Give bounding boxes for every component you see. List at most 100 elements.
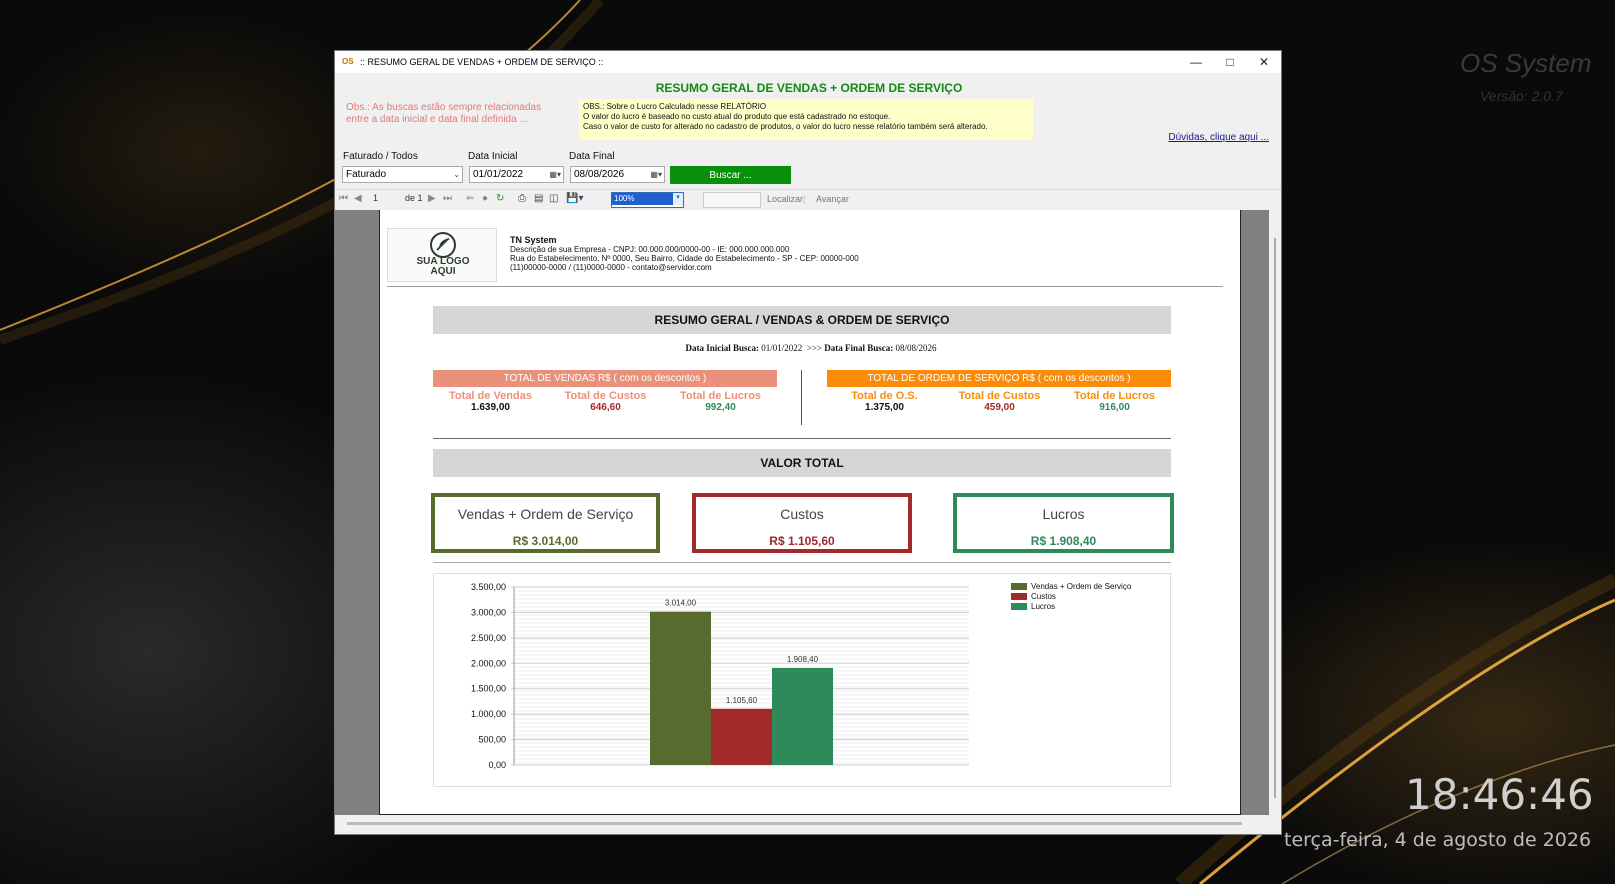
horizontal-scrollbar[interactable] — [335, 815, 1281, 834]
y-tick-label: 0,00 — [488, 760, 506, 770]
os-costs-col: Total de Custos 459,00 — [942, 390, 1057, 413]
company-name: TN System — [510, 235, 557, 245]
export-icon[interactable]: 💾▾ — [566, 193, 583, 204]
back-icon[interactable]: ⇐ — [466, 193, 474, 204]
report-title: RESUMO GERAL / VENDAS & ORDEM DE SERVIÇO — [433, 306, 1171, 334]
search-button[interactable]: Buscar ... — [670, 166, 791, 184]
maximize-button[interactable]: □ — [1213, 51, 1247, 73]
vertical-scroll-thumb[interactable] — [1274, 238, 1276, 798]
os-header: TOTAL DE ORDEM DE SERVIÇO R$ ( com os de… — [827, 370, 1171, 387]
zoom-value: 100% — [612, 193, 676, 205]
status-filter-select[interactable]: Faturado ⌄ — [342, 166, 463, 183]
os-costs-label: Total de Custos — [958, 390, 1041, 402]
bar-chart: 0,00 500,00 1.000,00 1.500,00 2.000,00 2.500,… — [433, 573, 1171, 787]
refresh-icon[interactable]: ↻ — [496, 193, 504, 204]
end-date-picker[interactable]: 08/08/2026 ▦▾ — [570, 166, 665, 183]
vendas-os-total-value: R$ 3.014,00 — [512, 534, 579, 548]
y-tick-label: 2.500,00 — [471, 633, 506, 643]
company-logo: SUA LOGO AQUI — [387, 228, 497, 282]
search-note: Obs.: As buscas estão sempre relacionada… — [346, 102, 542, 125]
close-button[interactable]: ✕ — [1247, 51, 1281, 73]
find-button[interactable]: Localizar — [767, 194, 803, 204]
horizontal-scroll-thumb[interactable] — [347, 822, 1242, 825]
start-date-label: Data Inicial — [468, 151, 518, 162]
bar — [650, 611, 711, 765]
sales-total-value: 1.639,00 — [471, 402, 510, 413]
legend-label: Custos — [1031, 592, 1056, 601]
sales-costs-label: Total de Custos — [564, 390, 647, 402]
app-icon: OS — [342, 57, 354, 66]
end-date-value: 08/08/2026 — [574, 169, 625, 180]
vertical-scrollbar[interactable] — [1269, 210, 1281, 815]
os-profit-label: Total de Lucros — [1073, 390, 1156, 402]
end-date-text: 08/08/2026 — [895, 343, 937, 353]
report-toolbar: ⏮ ◀ 1 de 1 ▶ ⏭ ⇐ ● ↻ ⎙ ▤ ◫ 💾▾ 100% ▾ Loc… — [335, 189, 1281, 211]
calendar-dropdown-icon: ▦▾ — [650, 170, 662, 179]
legend-swatch — [1011, 593, 1027, 601]
find-next-button[interactable]: Avançar — [816, 194, 849, 204]
bar — [711, 708, 772, 765]
window-title: :: RESUMO GERAL DE VENDAS + ORDEM DE SER… — [360, 57, 604, 67]
desktop-date: terça-feira, 4 de agosto de 2026 — [1284, 829, 1592, 851]
vendas-os-total-box: Vendas + Ordem de Serviço R$ 3.014,00 — [431, 493, 660, 553]
help-link[interactable]: Dúvidas, clique aqui ... — [1168, 132, 1269, 143]
sales-costs-col: Total de Custos 646,60 — [548, 390, 663, 413]
chart-divider — [433, 562, 1171, 563]
os-total-col: Total de O.S. 1.375,00 — [827, 390, 942, 413]
form-header-title: RESUMO GERAL DE VENDAS + ORDEM DE SERVIÇ… — [655, 81, 963, 95]
profit-note-line: OBS.: Sobre o Lucro Calculado nesse RELA… — [583, 102, 767, 111]
report-viewport[interactable]: SUA LOGO AQUI TN System Descrição de sua… — [335, 210, 1281, 815]
next-page-icon[interactable]: ▶ — [428, 193, 436, 204]
company-contact: (11)00000-0000 / (11)0000-0000 - contato… — [510, 263, 712, 272]
start-date-text: 01/01/2022 — [761, 343, 803, 353]
print-layout-icon[interactable]: ▤ — [534, 193, 543, 204]
sales-profit-value: 992,40 — [705, 402, 736, 413]
custos-total-box: Custos R$ 1.105,60 — [692, 493, 912, 553]
start-date-picker[interactable]: 01/01/2022 ▦▾ — [469, 166, 564, 183]
find-text-input[interactable] — [703, 192, 761, 208]
y-tick-label: 2.000,00 — [471, 658, 506, 668]
current-page-input[interactable]: 1 — [373, 193, 378, 203]
previous-page-icon[interactable]: ◀ — [354, 193, 362, 204]
bar-value-label: 3.014,00 — [665, 599, 697, 608]
lucros-total-value: R$ 1.908,40 — [1030, 534, 1097, 548]
sales-costs-value: 646,60 — [590, 402, 621, 413]
zoom-select[interactable]: 100% ▾ — [611, 192, 684, 208]
logo-text: SUA LOGO AQUI — [388, 257, 498, 277]
company-description: Descrição de sua Empresa - CNPJ: 00.000.… — [510, 245, 790, 254]
os-version-watermark: Versão: 2.0.7 — [1480, 88, 1563, 104]
legend-item: Vendas + Ordem de Serviço — [1011, 582, 1131, 592]
y-tick-label: 3.500,00 — [471, 582, 506, 592]
y-tick-label: 1.000,00 — [471, 709, 506, 719]
totals-divider — [433, 438, 1171, 439]
page-setup-icon[interactable]: ◫ — [549, 193, 558, 204]
custos-total-label: Custos — [780, 506, 824, 522]
minimize-button[interactable]: — — [1179, 51, 1213, 73]
legend-swatch — [1011, 603, 1027, 611]
first-page-icon[interactable]: ⏮ — [339, 193, 348, 204]
os-costs-value: 459,00 — [984, 402, 1015, 413]
profit-note-box: OBS.: Sobre o Lucro Calculado nesse RELA… — [579, 99, 1033, 140]
print-icon[interactable]: ⎙ — [518, 193, 526, 204]
lucros-total-label: Lucros — [1042, 506, 1085, 522]
report-window: OS :: RESUMO GERAL DE VENDAS + ORDEM DE … — [334, 50, 1282, 835]
logo-emblem-icon — [430, 232, 456, 258]
page-count: de 1 — [405, 193, 423, 203]
end-date-caption: Data Final Busca: — [824, 343, 894, 353]
os-profit-col: Total de Lucros 916,00 — [1057, 390, 1172, 413]
status-filter-label: Faturado / Todos — [343, 151, 418, 162]
calendar-dropdown-icon: ▦▾ — [549, 170, 561, 179]
desktop-clock: 18:46:46 — [1405, 770, 1594, 819]
window-titlebar[interactable]: OS :: RESUMO GERAL DE VENDAS + ORDEM DE … — [335, 51, 1281, 73]
start-date-value: 01/01/2022 — [473, 169, 524, 180]
start-date-caption: Data Inicial Busca: — [685, 343, 759, 353]
y-tick-label: 500,00 — [478, 735, 506, 745]
last-page-icon[interactable]: ⏭ — [443, 193, 452, 204]
os-profit-value: 916,00 — [1099, 402, 1130, 413]
legend-item: Custos — [1011, 592, 1131, 602]
y-tick-label: 1.500,00 — [471, 684, 506, 694]
company-address: Rua do Estabelecimento, Nº 0000, Seu Bai… — [510, 254, 859, 263]
sales-total-label: Total de Vendas — [449, 390, 532, 402]
os-total-label: Total de O.S. — [851, 390, 918, 402]
stop-icon[interactable]: ● — [482, 193, 488, 204]
